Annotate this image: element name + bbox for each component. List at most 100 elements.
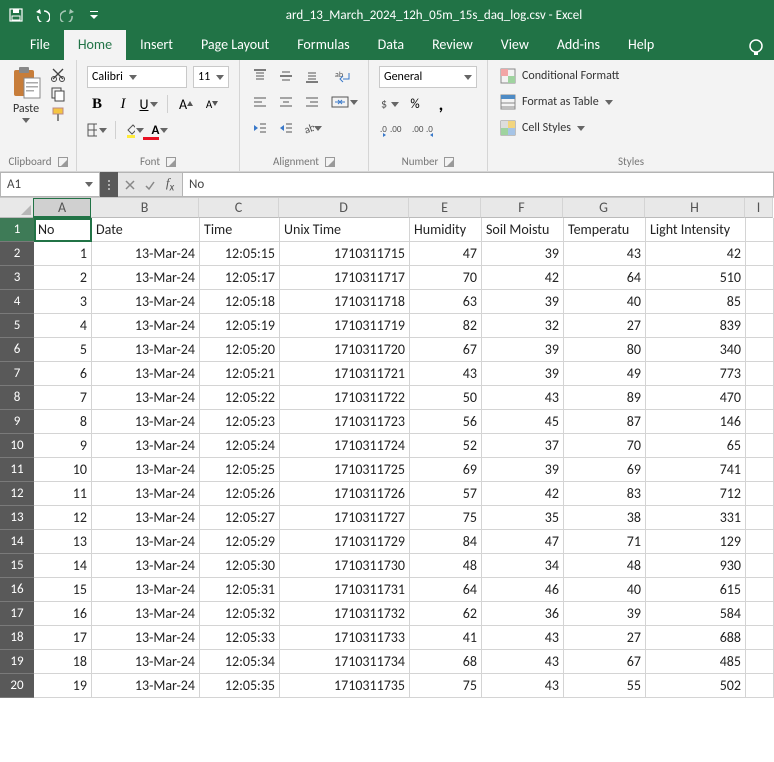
cell[interactable]: 1710311735 (280, 674, 410, 698)
merge-center-icon[interactable] (330, 92, 358, 112)
cell[interactable] (746, 482, 774, 506)
cell[interactable]: 13-Mar-24 (92, 434, 200, 458)
cell[interactable]: 1710311729 (280, 530, 410, 554)
cell[interactable]: 470 (646, 386, 746, 410)
cell[interactable]: 14 (34, 554, 92, 578)
align-left-icon[interactable] (250, 92, 270, 112)
cell[interactable]: 49 (564, 362, 646, 386)
cell[interactable]: 70 (564, 434, 646, 458)
cell[interactable] (746, 290, 774, 314)
column-header[interactable]: G (563, 198, 645, 218)
row-header[interactable]: 4 (0, 290, 34, 314)
tab-help[interactable]: Help (614, 30, 668, 60)
tab-home[interactable]: Home (64, 30, 126, 60)
cell[interactable]: 27 (564, 314, 646, 338)
column-header[interactable]: I (745, 198, 773, 218)
accounting-format-icon[interactable]: $ (379, 94, 399, 114)
cell[interactable]: 19 (34, 674, 92, 698)
row-header[interactable]: 19 (0, 650, 34, 674)
cell[interactable]: 12:05:19 (200, 314, 280, 338)
decrease-decimal-icon[interactable]: .00.0 (411, 120, 437, 140)
cell[interactable]: 65 (646, 434, 746, 458)
cell[interactable]: 39 (482, 458, 564, 482)
row-header[interactable]: 10 (0, 434, 34, 458)
copy-icon[interactable] (50, 86, 66, 102)
cell[interactable]: 2 (34, 266, 92, 290)
cell[interactable]: 1710311717 (280, 266, 410, 290)
row-header[interactable]: 8 (0, 386, 34, 410)
dialog-launcher-icon[interactable] (325, 157, 335, 167)
cell[interactable]: 13-Mar-24 (92, 314, 200, 338)
wrap-text-icon[interactable]: ab (330, 68, 358, 88)
cell[interactable]: 41 (410, 626, 482, 650)
row-header[interactable]: 13 (0, 506, 34, 530)
cell[interactable]: 510 (646, 266, 746, 290)
cell[interactable]: 68 (410, 650, 482, 674)
dialog-launcher-icon[interactable] (444, 157, 454, 167)
cell[interactable] (746, 434, 774, 458)
cell[interactable]: 40 (564, 578, 646, 602)
cell[interactable]: 42 (646, 242, 746, 266)
cell[interactable]: 615 (646, 578, 746, 602)
cell[interactable]: 485 (646, 650, 746, 674)
cell[interactable] (746, 386, 774, 410)
decrease-font-icon[interactable]: A (202, 94, 222, 114)
cell[interactable]: 32 (482, 314, 564, 338)
cell[interactable]: Temperatu (564, 218, 646, 242)
cell[interactable]: 45 (482, 410, 564, 434)
cell[interactable]: Soil Moistu (482, 218, 564, 242)
cell[interactable]: 3 (34, 290, 92, 314)
align-top-icon[interactable] (250, 66, 270, 86)
column-header[interactable]: D (279, 198, 409, 218)
cell[interactable]: 64 (410, 578, 482, 602)
cell[interactable]: 89 (564, 386, 646, 410)
cell[interactable]: 1710311733 (280, 626, 410, 650)
cell[interactable]: 42 (482, 482, 564, 506)
cell[interactable]: 13-Mar-24 (92, 386, 200, 410)
cell[interactable]: 930 (646, 554, 746, 578)
cell[interactable]: 69 (410, 458, 482, 482)
cell[interactable]: 16 (34, 602, 92, 626)
column-header[interactable]: C (199, 198, 279, 218)
cell[interactable]: 9 (34, 434, 92, 458)
row-header[interactable]: 14 (0, 530, 34, 554)
cell[interactable]: 12:05:21 (200, 362, 280, 386)
cell[interactable]: 34 (482, 554, 564, 578)
cell[interactable]: 37 (482, 434, 564, 458)
cell[interactable]: 331 (646, 506, 746, 530)
row-header[interactable]: 11 (0, 458, 34, 482)
cell[interactable]: 43 (410, 362, 482, 386)
cell[interactable]: 43 (564, 242, 646, 266)
cell[interactable]: 6 (34, 362, 92, 386)
tab-review[interactable]: Review (418, 30, 487, 60)
tell-me-icon[interactable] (744, 36, 768, 60)
font-name-dropdown[interactable]: Calibri (87, 66, 187, 88)
cell[interactable]: 146 (646, 410, 746, 434)
cell[interactable]: 12:05:27 (200, 506, 280, 530)
resize-handle[interactable] (100, 172, 118, 197)
cell[interactable]: 39 (482, 290, 564, 314)
format-as-table-button[interactable]: Format as Table (498, 92, 764, 112)
cell[interactable]: 741 (646, 458, 746, 482)
column-header[interactable]: A (33, 198, 91, 218)
cell[interactable]: 38 (564, 506, 646, 530)
cell[interactable]: 15 (34, 578, 92, 602)
cell[interactable]: 48 (564, 554, 646, 578)
cell[interactable]: 13-Mar-24 (92, 602, 200, 626)
cell[interactable]: 12:05:30 (200, 554, 280, 578)
decrease-indent-icon[interactable] (250, 118, 270, 138)
cell[interactable]: 71 (564, 530, 646, 554)
cell[interactable]: 85 (646, 290, 746, 314)
align-center-icon[interactable] (276, 92, 296, 112)
cell[interactable]: 43 (482, 626, 564, 650)
cell[interactable]: 7 (34, 386, 92, 410)
formula-input[interactable]: No (182, 172, 774, 197)
cell[interactable]: 1710311720 (280, 338, 410, 362)
cell[interactable]: No (34, 218, 92, 242)
cell[interactable] (746, 530, 774, 554)
cell[interactable]: 83 (564, 482, 646, 506)
cell[interactable]: 39 (482, 362, 564, 386)
bold-button[interactable]: B (87, 94, 107, 114)
cell[interactable]: 13-Mar-24 (92, 674, 200, 698)
tab-formulas[interactable]: Formulas (283, 30, 363, 60)
